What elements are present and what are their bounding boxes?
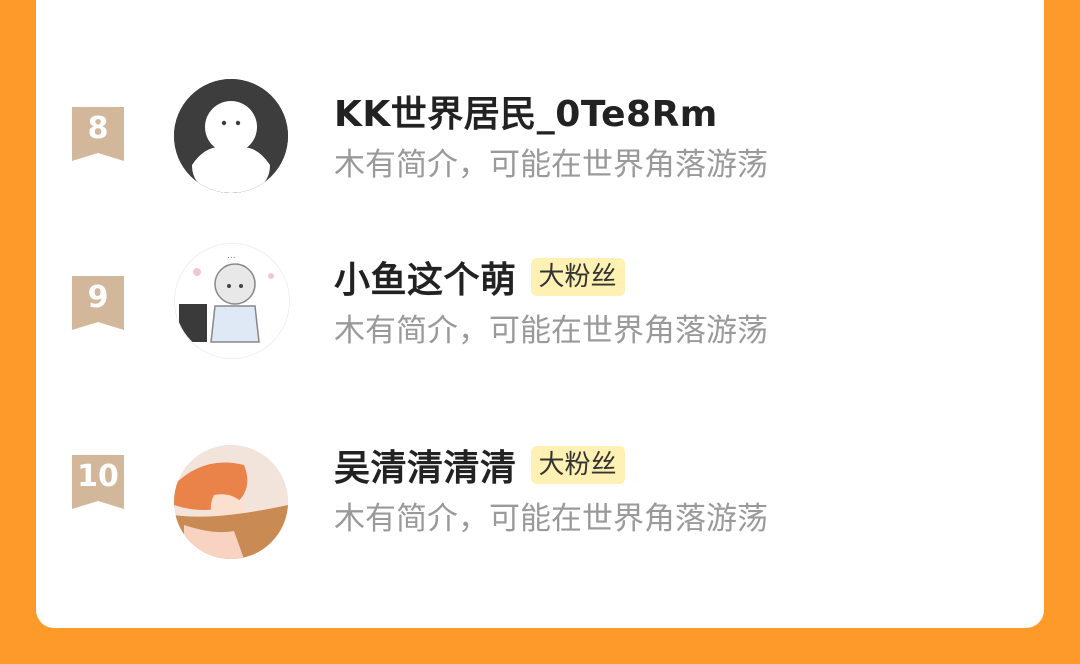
list-item[interactable]: 8 KK世界居民_0Te8Rm 木有简介，可能在世界角落游荡 [36, 79, 1044, 199]
user-bio: 木有简介，可能在世界角落游荡 [334, 147, 768, 183]
user-name[interactable]: 吴清清清清 [334, 439, 517, 491]
list-item[interactable]: 10 吴清清清清 大粉丝 木有简介，可能在世界角落游荡 [36, 445, 1044, 565]
user-name[interactable]: 小鱼这个萌 [334, 251, 517, 303]
user-bio: 木有简介，可能在世界角落游荡 [334, 501, 768, 537]
rank-badge: 10 [72, 455, 124, 509]
rank-number: 8 [87, 111, 109, 146]
rank-number: 10 [77, 459, 119, 494]
rank-number: 9 [87, 280, 109, 315]
fan-list-card: 8 KK世界居民_0Te8Rm 木有简介，可能在世界角落游荡 9 ... 小鱼这… [36, 0, 1044, 628]
user-name[interactable]: KK世界居民_0Te8Rm [334, 85, 718, 137]
rank-badge: 8 [72, 107, 124, 161]
big-fan-badge: 大粉丝 [530, 258, 625, 296]
svg-text:...: ... [227, 251, 236, 261]
avatar[interactable] [174, 79, 288, 193]
rank-badge: 9 [72, 276, 124, 330]
user-bio: 木有简介，可能在世界角落游荡 [334, 313, 768, 349]
list-item[interactable]: 9 ... 小鱼这个萌 大粉丝 木有简介，可能在世界角落游荡 [36, 243, 1044, 381]
avatar[interactable]: ... [174, 243, 290, 359]
big-fan-badge: 大粉丝 [530, 446, 625, 484]
avatar[interactable] [174, 445, 288, 559]
